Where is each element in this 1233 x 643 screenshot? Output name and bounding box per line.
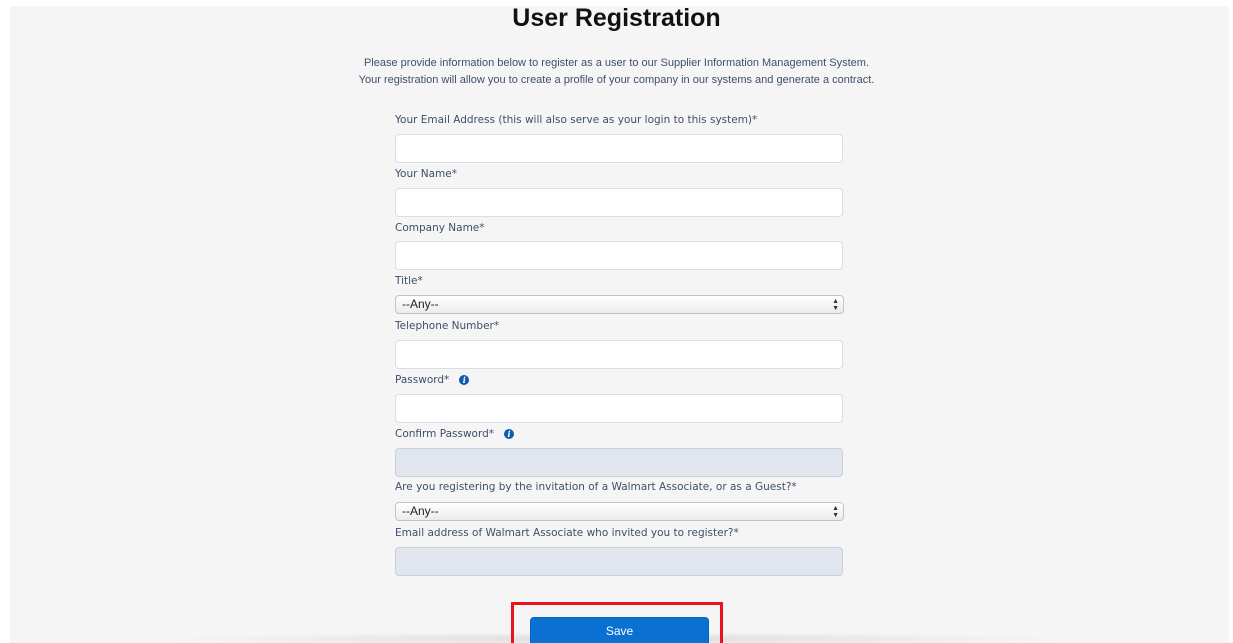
intro-text-line-1: Please provide information below to regi… [363,57,870,69]
up-down-arrows-icon: ▲ ▼ [832,298,839,312]
highlight-box [511,602,723,643]
title-select-value: --Any-- [402,297,439,311]
company-name-label: Company Name* [395,222,485,234]
name-label: Your Name* [395,168,457,180]
invitation-select-value: --Any-- [402,504,439,518]
password-label: Password* [395,374,450,386]
title-label: Title* [395,275,423,287]
confirm-password-field [395,448,843,477]
telephone-label: Telephone Number* [395,320,500,332]
email-label: Your Email Address (this will also serve… [395,114,758,126]
confirm-password-label: Confirm Password* [395,428,495,440]
email-field[interactable] [395,134,843,163]
title-select[interactable]: --Any-- ▲ ▼ [395,295,844,314]
up-down-arrows-icon: ▲ ▼ [832,505,839,519]
associate-email-field [395,547,843,576]
info-icon[interactable]: i [504,429,515,439]
password-field[interactable] [395,394,843,423]
telephone-field[interactable] [395,340,843,369]
invitation-select[interactable]: --Any-- ▲ ▼ [395,502,844,521]
invitation-label: Are you registering by the invitation of… [395,481,797,493]
company-name-field[interactable] [395,241,843,270]
page-title: User Registration [512,4,721,32]
registration-page: User Registration Please provide informa… [0,0,1233,643]
info-icon[interactable]: i [459,375,470,385]
confirm-password-label-row: Confirm Password* i [395,428,515,440]
associate-email-label: Email address of Walmart Associate who i… [395,527,739,539]
name-field[interactable] [395,188,843,217]
password-label-row: Password* i [395,374,470,386]
intro-text-line-2: Your registration will allow you to crea… [358,74,875,86]
